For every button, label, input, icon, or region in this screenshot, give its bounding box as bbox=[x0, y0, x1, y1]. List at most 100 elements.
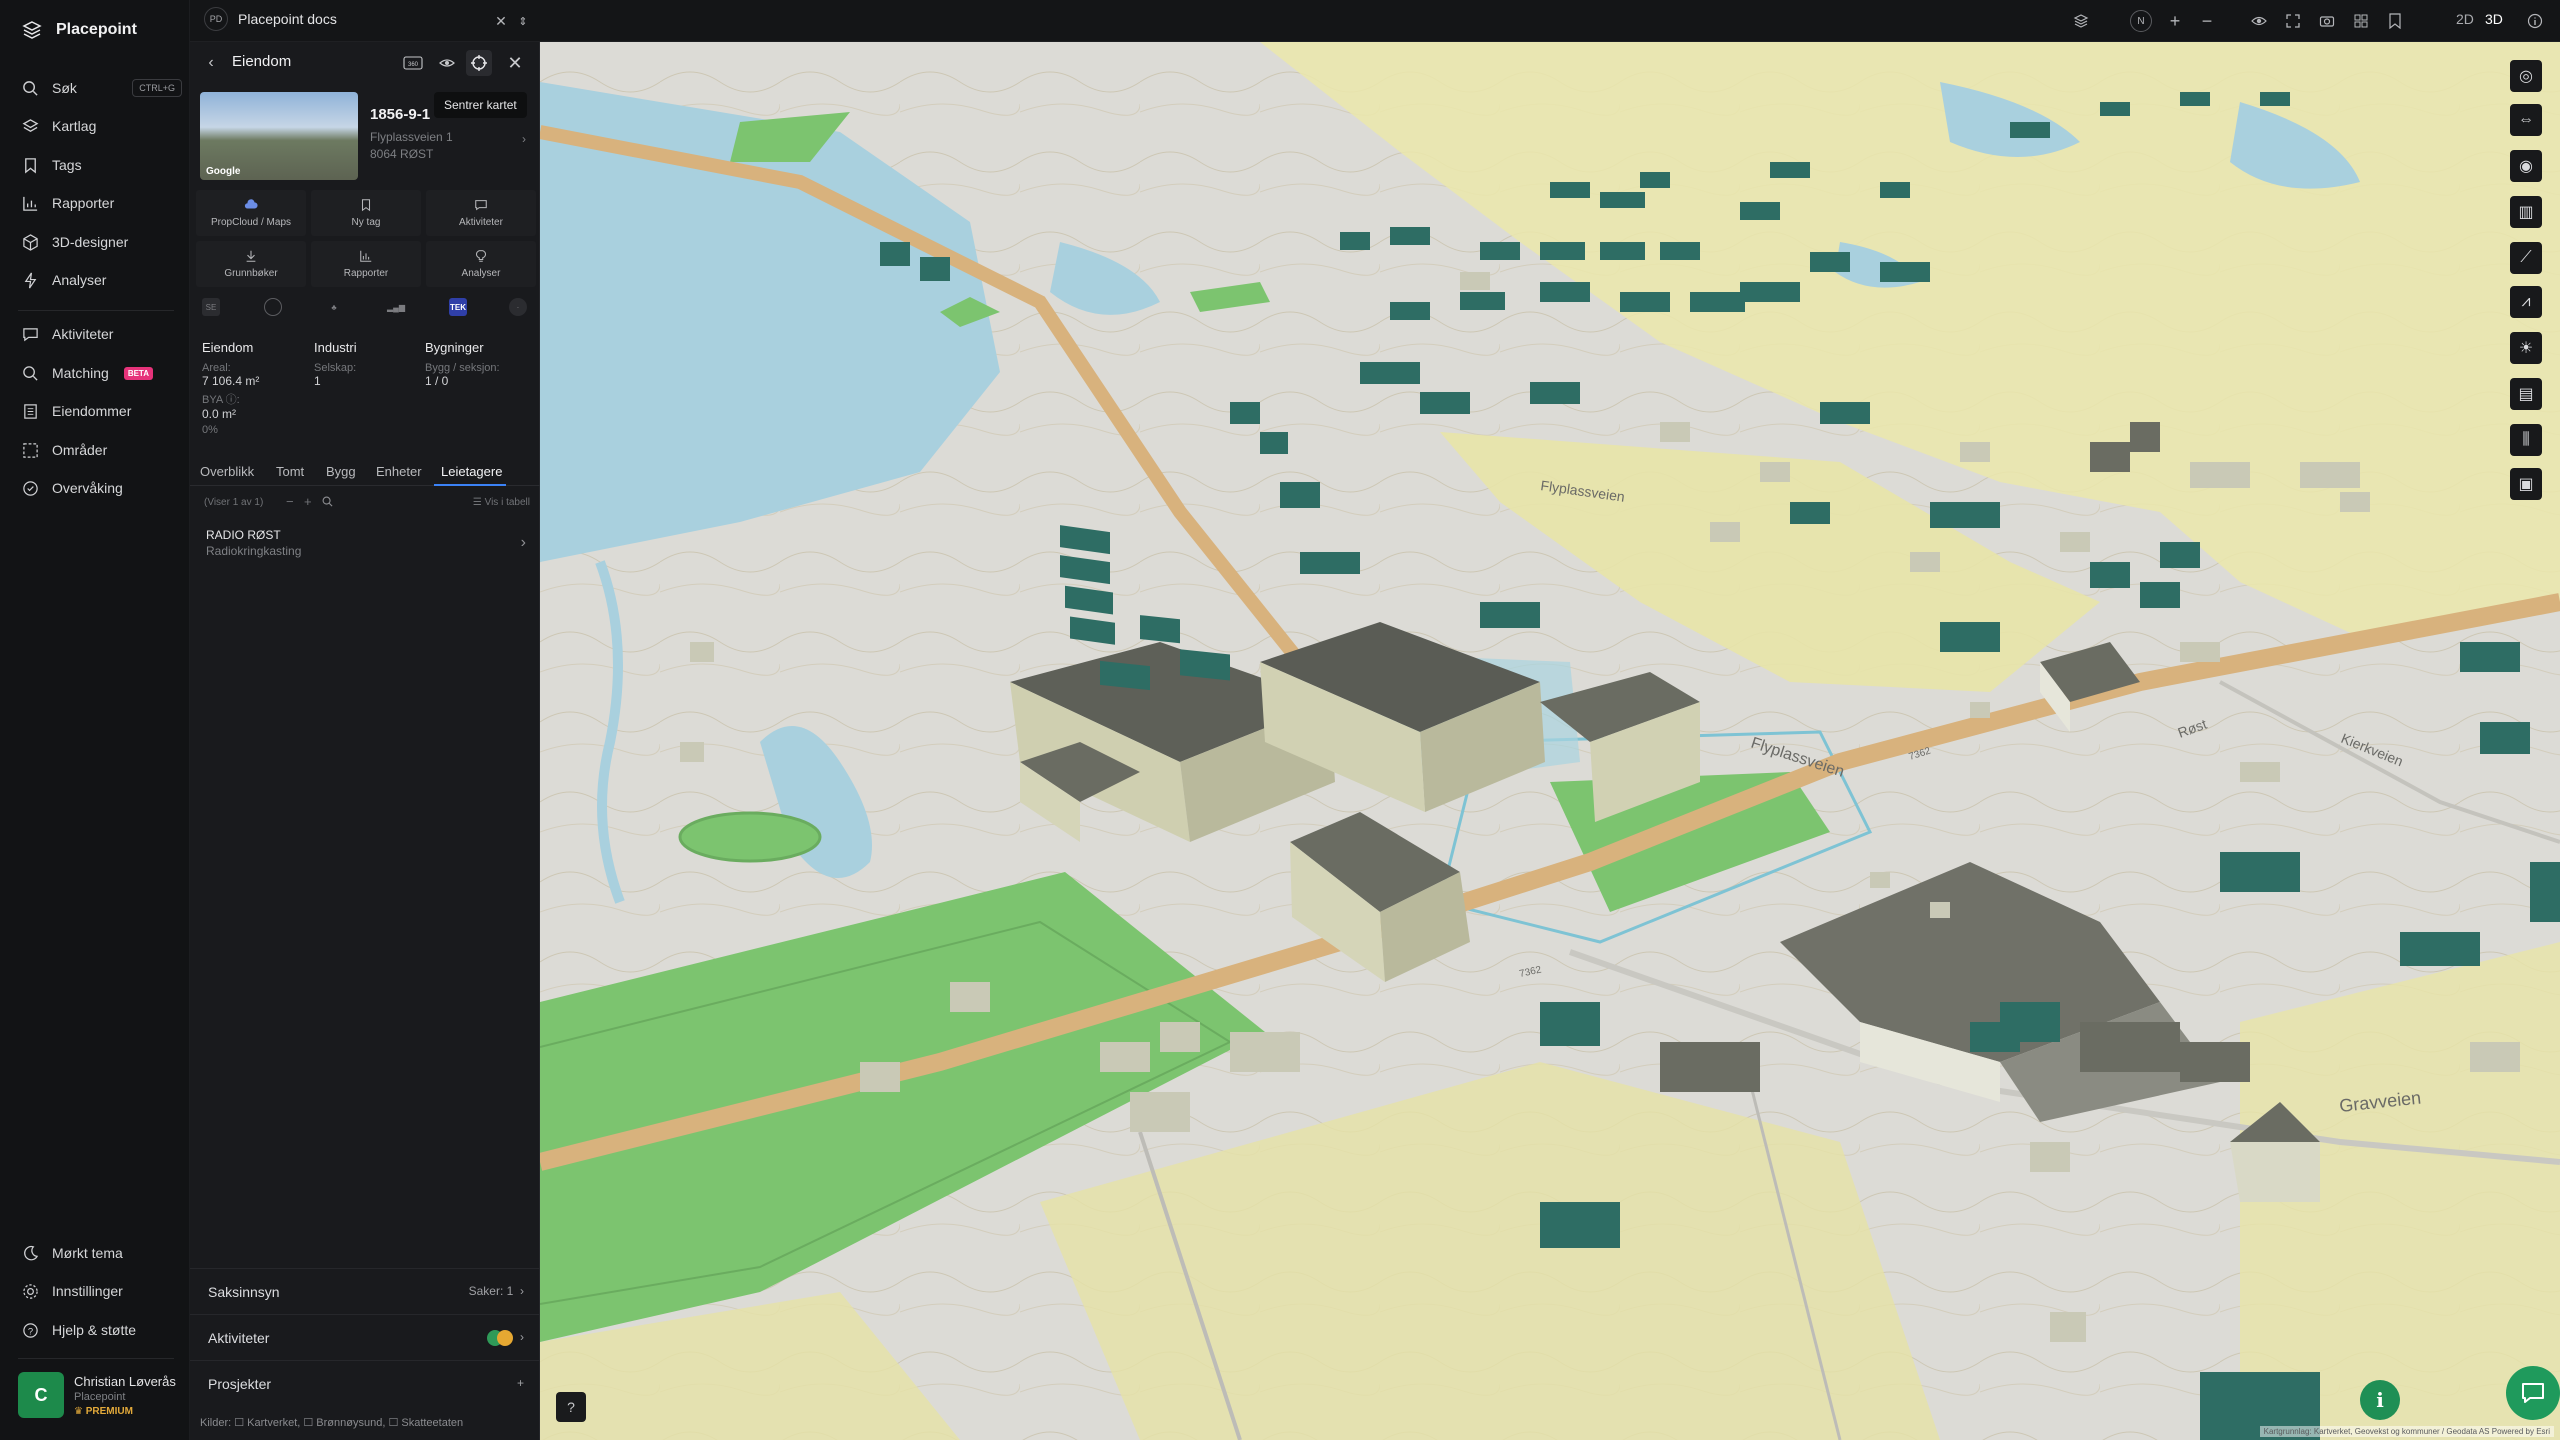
case-count: Saker: 1 › bbox=[468, 1284, 524, 1298]
layers-stack-icon[interactable] bbox=[2070, 10, 2092, 32]
search-list-icon[interactable] bbox=[322, 496, 333, 510]
mode-2d-toggle[interactable]: 2D bbox=[2456, 11, 2474, 27]
map-help-button[interactable]: ? bbox=[556, 1392, 586, 1422]
action-propcloud[interactable]: PropCloud / Maps bbox=[196, 190, 306, 236]
nav-search[interactable]: Søk CTRL+G bbox=[22, 76, 182, 100]
avatar bbox=[497, 1330, 514, 1346]
nav-analyses-label: Analyser bbox=[52, 272, 107, 288]
brand[interactable]: Placepoint bbox=[22, 20, 137, 40]
add-project-icon[interactable]: + bbox=[517, 1376, 524, 1390]
source-bars-icon[interactable]: ▂▄▆ bbox=[387, 298, 405, 316]
center-map-icon[interactable] bbox=[466, 50, 492, 76]
bookmark-map-icon[interactable] bbox=[2384, 10, 2406, 32]
stat-percent: 0% bbox=[202, 424, 218, 436]
action-new-tag[interactable]: Ny tag bbox=[311, 190, 421, 236]
accordion-activities[interactable]: Aktiviteter › bbox=[190, 1314, 540, 1360]
source-globe-icon[interactable] bbox=[264, 298, 282, 316]
tab-tenants[interactable]: Leietagere bbox=[441, 464, 502, 479]
close-panel-icon[interactable]: ✕ bbox=[502, 50, 528, 76]
street-view-icon[interactable]: 360 bbox=[400, 50, 426, 76]
tool-chart-icon[interactable]: ▥ bbox=[2510, 196, 2542, 228]
action-analyses[interactable]: Analyser bbox=[426, 241, 536, 287]
source-tek-icon[interactable]: TEK bbox=[449, 298, 467, 316]
tool-stats-icon[interactable]: ⫼ bbox=[2510, 424, 2542, 456]
tab-units[interactable]: Enheter bbox=[376, 464, 422, 479]
plus-icon[interactable]: + bbox=[304, 494, 312, 509]
tool-sun-icon[interactable]: ☀ bbox=[2510, 332, 2542, 364]
tool-layers-icon[interactable]: ◉ bbox=[2510, 150, 2542, 182]
zoom-out-icon[interactable]: − bbox=[2196, 10, 2218, 32]
address-chevron-icon[interactable]: › bbox=[522, 132, 526, 146]
top-bar: PD Placepoint docs ✕ ⇕ N + − 2D 3D bbox=[190, 0, 2560, 42]
nav-dark-label: Mørkt tema bbox=[52, 1245, 123, 1261]
nav-analyses[interactable]: Analyser bbox=[22, 268, 182, 292]
chevron-updown-icon[interactable]: ⇕ bbox=[512, 10, 534, 32]
action-activities[interactable]: Aktiviteter bbox=[426, 190, 536, 236]
tool-globe-icon[interactable]: ◎ bbox=[2510, 60, 2542, 92]
source-more-icon[interactable]: · bbox=[509, 298, 527, 316]
support-chat-button[interactable] bbox=[2506, 1366, 2560, 1420]
action-land-registry[interactable]: Grunnbøker bbox=[196, 241, 306, 287]
nav-matching[interactable]: Matching BETA bbox=[22, 361, 182, 385]
gear-icon bbox=[23, 1283, 38, 1299]
nav-activities[interactable]: Aktiviteter bbox=[22, 322, 182, 346]
nav-help[interactable]: ? Hjelp & støtte bbox=[22, 1318, 182, 1342]
property-photo[interactable]: Google bbox=[200, 92, 358, 180]
nav-layers-label: Kartlag bbox=[52, 118, 97, 134]
nav-layers[interactable]: Kartlag bbox=[22, 114, 182, 138]
nav-3d-designer[interactable]: 3D-designer bbox=[22, 230, 182, 254]
info-circle-icon[interactable] bbox=[2524, 10, 2546, 32]
eye-icon[interactable] bbox=[2248, 10, 2270, 32]
stat-industry: Industri Selskap: 1 bbox=[314, 340, 357, 391]
nav-dark-theme[interactable]: Mørkt tema bbox=[22, 1241, 182, 1265]
user-profile[interactable]: C Christian Løverås Placepoint ♛ PREMIUM bbox=[18, 1372, 176, 1418]
nav-settings[interactable]: Innstillinger bbox=[22, 1279, 182, 1303]
map-3d[interactable]: Flyplassveien Flyplassveien Røst Gravvei… bbox=[540, 42, 2560, 1440]
eye-panel-icon[interactable] bbox=[434, 50, 460, 76]
close-doc-icon[interactable]: ✕ bbox=[490, 10, 512, 32]
nav-divider bbox=[18, 310, 174, 311]
nav-tags[interactable]: Tags bbox=[22, 153, 182, 177]
nav-properties[interactable]: Eiendommer bbox=[22, 399, 182, 423]
minus-icon[interactable]: − bbox=[286, 494, 294, 509]
stat-head: Eiendom bbox=[202, 340, 254, 355]
bolt-icon bbox=[24, 272, 37, 288]
data-sources: Kilder: ☐ Kartverket, ☐ Brønnøysund, ☐ S… bbox=[200, 1417, 464, 1429]
panel-header: ‹ Eiendom 360 ✕ bbox=[190, 42, 540, 82]
tenant-list-toolbar: (Viser 1 av 1) − + ☰ Vis i tabell bbox=[204, 494, 530, 517]
list-item[interactable]: RADIO RØST Radiokringkasting › bbox=[206, 528, 526, 558]
nav-monitoring[interactable]: Overvåking bbox=[22, 476, 182, 500]
stat-head: Bygninger bbox=[425, 340, 484, 355]
accordion-case-insight[interactable]: Saksinnsyn Saker: 1 › bbox=[190, 1268, 540, 1314]
tab-buildings[interactable]: Bygg bbox=[326, 464, 356, 479]
fullscreen-icon[interactable] bbox=[2282, 10, 2304, 32]
tool-shadow-icon[interactable]: ▤ bbox=[2510, 378, 2542, 410]
accordion-projects[interactable]: Prosjekter + bbox=[190, 1360, 540, 1406]
camera-icon[interactable] bbox=[2316, 10, 2338, 32]
beta-badge: BETA bbox=[123, 366, 153, 380]
nav-areas[interactable]: Områder bbox=[22, 438, 182, 462]
source-se-icon[interactable]: SE bbox=[202, 298, 220, 316]
zoom-in-icon[interactable]: + bbox=[2164, 10, 2186, 32]
nav-search-label: Søk bbox=[52, 80, 77, 96]
tool-export-icon[interactable]: ▣ bbox=[2510, 468, 2542, 500]
tab-plot[interactable]: Tomt bbox=[276, 464, 304, 479]
mode-3d-toggle[interactable]: 3D bbox=[2485, 11, 2503, 27]
stat-head: Industri bbox=[314, 340, 357, 355]
document-tab[interactable]: PD Placepoint docs bbox=[204, 7, 337, 31]
stat-value: 1 / 0 bbox=[425, 374, 449, 388]
source-tree-icon[interactable]: ♣ bbox=[325, 298, 343, 316]
tool-profile-icon[interactable]: ⟋ bbox=[2510, 242, 2542, 274]
action-reports[interactable]: Rapporter bbox=[311, 241, 421, 287]
map-info-button[interactable]: i bbox=[2360, 1380, 2400, 1420]
back-chevron-icon[interactable]: ‹ bbox=[198, 50, 224, 76]
tool-elevation-icon[interactable]: ⩘ bbox=[2510, 286, 2542, 318]
nav-reports[interactable]: Rapporter bbox=[22, 191, 182, 215]
monitor-icon bbox=[23, 480, 38, 496]
tab-overview[interactable]: Overblikk bbox=[200, 464, 254, 479]
bulb-icon bbox=[476, 250, 486, 262]
compass-icon[interactable]: N bbox=[2130, 10, 2152, 32]
tool-measure-icon[interactable]: ⇔ bbox=[2510, 104, 2542, 136]
grid-icon[interactable] bbox=[2350, 10, 2372, 32]
view-table-link[interactable]: ☰ Vis i tabell bbox=[473, 497, 530, 508]
